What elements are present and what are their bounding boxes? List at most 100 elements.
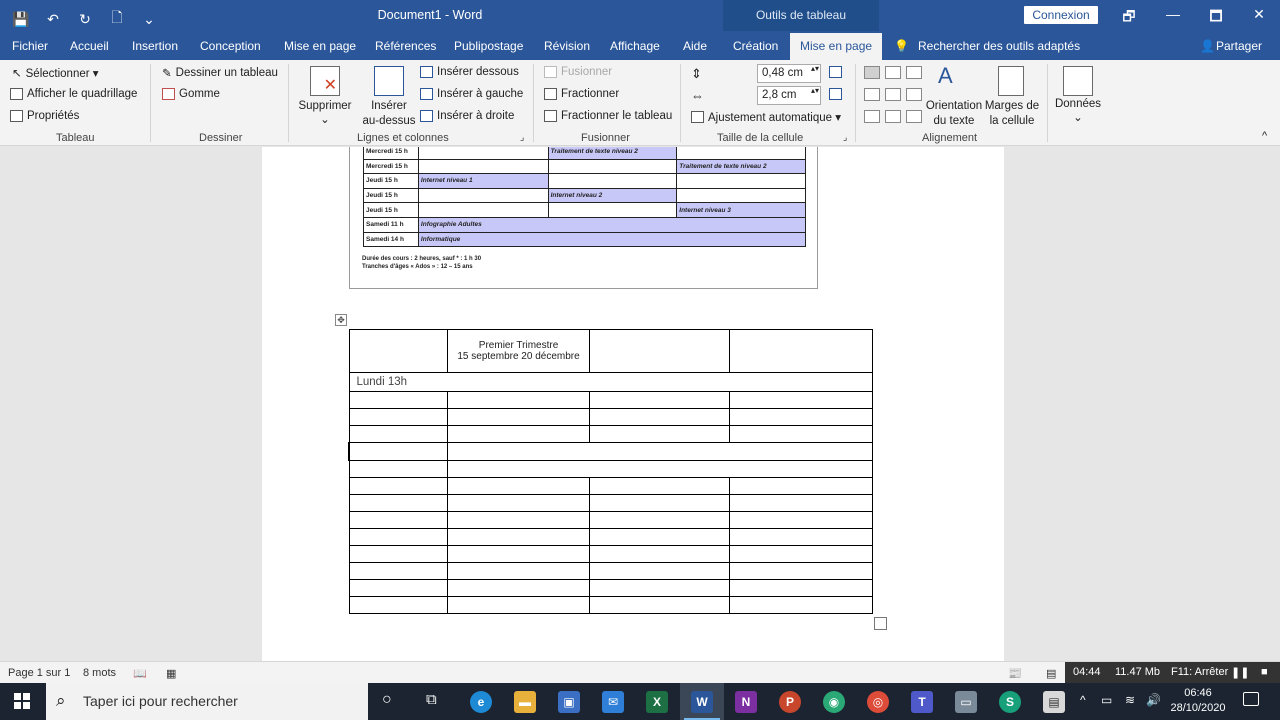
table-cell[interactable] xyxy=(447,562,590,580)
view-gridlines-button[interactable]: Afficher le quadrillage xyxy=(10,88,137,100)
table-cell[interactable] xyxy=(447,596,590,614)
table-cell[interactable] xyxy=(348,477,449,495)
print-layout-icon[interactable]: ▤ xyxy=(1046,667,1056,680)
page-count[interactable]: Page 1 sur 1 xyxy=(8,667,70,679)
autofit-button[interactable]: Ajustement automatique ▾ xyxy=(691,110,841,124)
tab-conception[interactable]: Conception xyxy=(200,39,261,53)
table-cell[interactable] xyxy=(348,562,449,580)
table-cell[interactable] xyxy=(348,596,449,614)
table-cell[interactable] xyxy=(729,477,873,495)
table-cell[interactable] xyxy=(729,528,873,546)
align-center-right-icon[interactable] xyxy=(906,88,922,101)
properties-button[interactable]: Propriétés xyxy=(10,110,79,122)
teams-icon[interactable]: T xyxy=(911,691,933,713)
table-cell[interactable] xyxy=(588,528,731,546)
table-cell[interactable] xyxy=(729,579,873,597)
pause-icon[interactable]: ❚❚ xyxy=(1231,666,1249,679)
dialog-launcher-icon[interactable]: ⌟ xyxy=(520,132,524,143)
macro-record-icon[interactable]: ▦ xyxy=(166,667,176,680)
table-cell[interactable] xyxy=(348,329,449,373)
volume-icon[interactable]: 🔊 xyxy=(1146,693,1161,707)
edge-icon[interactable]: e xyxy=(470,691,492,713)
align-center-left-icon[interactable] xyxy=(864,88,880,101)
cortana-icon[interactable]: ○ xyxy=(382,691,392,709)
distribute-rows-icon[interactable] xyxy=(829,66,842,78)
word-count[interactable]: 8 mots xyxy=(83,667,116,679)
read-mode-icon[interactable]: 📰 xyxy=(1008,667,1022,680)
insert-above-icon[interactable] xyxy=(374,66,404,96)
table-cell[interactable] xyxy=(729,545,873,563)
table-cell[interactable] xyxy=(588,408,731,426)
align-bottom-right-icon[interactable] xyxy=(906,110,922,123)
table-cell[interactable] xyxy=(348,460,449,478)
ribbon-display-options-icon[interactable]: 🗗 xyxy=(1119,6,1139,30)
store-icon[interactable]: ▣ xyxy=(558,691,580,713)
draw-table-button[interactable]: ✎ Dessiner un tableau xyxy=(162,66,278,80)
align-bottom-center-icon[interactable] xyxy=(885,110,901,123)
table-cell[interactable] xyxy=(729,494,873,512)
table-cell[interactable] xyxy=(588,477,731,495)
task-view-icon[interactable]: ⧉ xyxy=(426,691,437,708)
insert-left-button[interactable]: Insérer à gauche xyxy=(420,88,523,100)
tab-accueil[interactable]: Accueil xyxy=(70,39,109,53)
align-top-right-icon[interactable] xyxy=(906,66,922,79)
table-cell[interactable] xyxy=(588,545,731,563)
close-icon[interactable]: ✕ xyxy=(1249,6,1269,23)
tell-me-search[interactable]: Rechercher des outils adaptés xyxy=(918,39,1080,53)
data-dropdown-icon[interactable]: ⌄ xyxy=(1052,111,1104,126)
lundi-cell[interactable]: Lundi 13h xyxy=(348,372,873,392)
table-cell[interactable] xyxy=(447,528,590,546)
delete-button[interactable]: Supprimer xyxy=(296,99,354,114)
tab-aide[interactable]: Aide xyxy=(683,39,707,53)
tab-fichier[interactable]: Fichier xyxy=(12,39,48,53)
chrome-icon[interactable]: ◎ xyxy=(867,691,889,713)
table-cell[interactable] xyxy=(348,494,449,512)
tab-mise-en-page-table[interactable]: Mise en page xyxy=(790,33,883,60)
share-button[interactable]: Partager xyxy=(1216,39,1262,53)
table-cell-selected[interactable] xyxy=(348,442,449,461)
maps-app-icon[interactable]: ◉ xyxy=(823,691,845,713)
row-height-input[interactable]: 0,48 cm xyxy=(757,64,821,83)
table-cell[interactable] xyxy=(588,494,731,512)
table-cell[interactable] xyxy=(729,329,873,373)
select-button[interactable]: ↖ Sélectionner ▾ xyxy=(12,66,99,80)
align-top-center-icon[interactable] xyxy=(885,66,901,79)
cell-size-dialog-launcher-icon[interactable]: ⌟ xyxy=(843,132,847,143)
taskbar-clock[interactable]: 06:46 28/10/2020 xyxy=(1168,686,1228,716)
table-cell[interactable] xyxy=(588,596,731,614)
table-cell[interactable] xyxy=(348,579,449,597)
battery-icon[interactable]: ▭ xyxy=(1101,693,1112,707)
tray-chevron-icon[interactable]: ^ xyxy=(1080,693,1086,707)
split-cells-button[interactable]: Fractionner xyxy=(544,88,619,100)
proofing-icon[interactable]: 📖 xyxy=(133,667,147,680)
tab-affichage[interactable]: Affichage xyxy=(610,39,660,53)
table-cell[interactable] xyxy=(447,511,590,529)
insert-above-button[interactable]: Insérer au-dessus xyxy=(362,99,416,129)
minimize-icon[interactable]: — xyxy=(1163,6,1183,22)
page[interactable]: Mercredi 15 h Traitement de texte niveau… xyxy=(262,147,1004,661)
document-app-icon[interactable]: ▤ xyxy=(1043,691,1065,713)
delete-table-icon[interactable]: ✕ xyxy=(310,66,340,96)
table-cell[interactable] xyxy=(729,391,873,409)
tab-insertion[interactable]: Insertion xyxy=(132,39,178,53)
insert-right-button[interactable]: Insérer à droite xyxy=(420,110,514,122)
table-cell[interactable] xyxy=(588,329,731,373)
split-table-button[interactable]: Fractionner le tableau xyxy=(544,110,672,122)
tab-creation[interactable]: Création xyxy=(733,39,778,53)
stop-recording-hint[interactable]: F11: Arrêter xyxy=(1171,666,1228,678)
table-cell[interactable] xyxy=(447,408,590,426)
table-cell[interactable] xyxy=(447,545,590,563)
align-center-icon[interactable] xyxy=(885,88,901,101)
table-cell[interactable] xyxy=(447,460,873,478)
word-icon[interactable]: W xyxy=(691,691,713,713)
new-table[interactable]: Premier Trimestre 15 septembre 20 décembr… xyxy=(348,329,873,614)
table-cell[interactable] xyxy=(588,425,731,443)
table-cell[interactable] xyxy=(588,562,731,580)
tab-revision[interactable]: Révision xyxy=(544,39,590,53)
collapse-ribbon-icon[interactable]: ^ xyxy=(1262,130,1267,142)
table-cell[interactable] xyxy=(729,511,873,529)
sign-in-button[interactable]: Connexion xyxy=(1024,6,1098,24)
tab-mise-en-page[interactable]: Mise en page xyxy=(284,39,356,53)
table-cell[interactable] xyxy=(348,528,449,546)
table-cell[interactable] xyxy=(447,391,590,409)
